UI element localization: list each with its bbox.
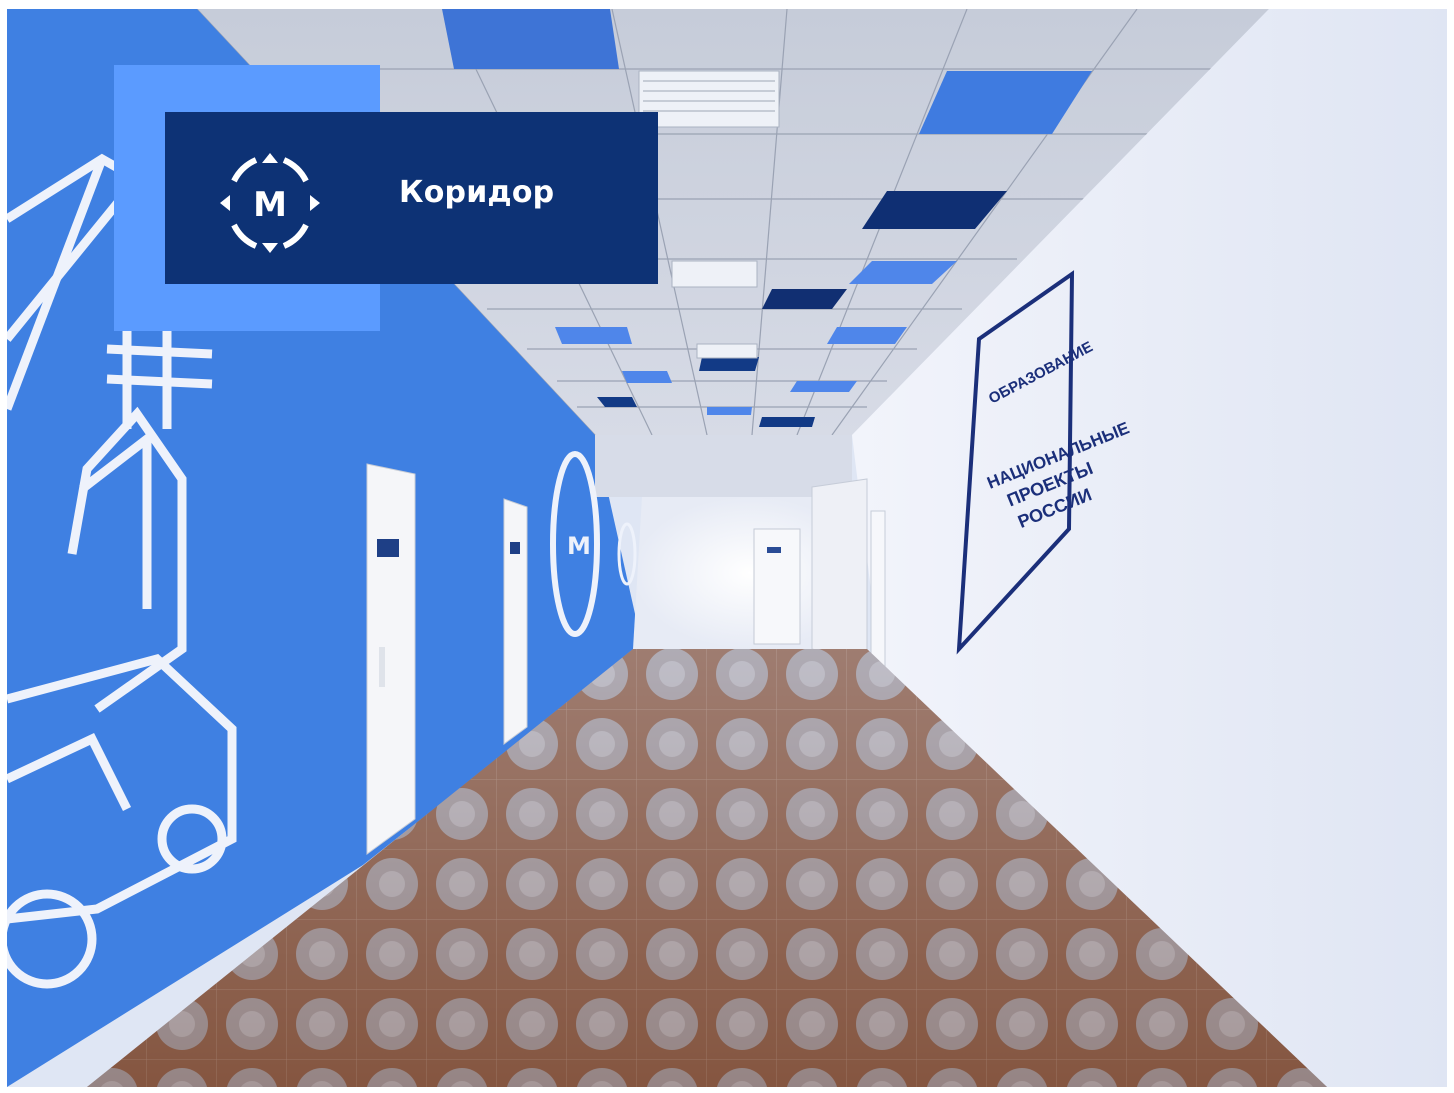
svg-text:M: M xyxy=(567,532,591,560)
door-2 xyxy=(503,498,528,745)
svg-text:М: М xyxy=(253,185,287,225)
door-1 xyxy=(366,463,416,855)
m-logo-icon: М xyxy=(220,153,320,253)
page-title: Коридор xyxy=(399,175,555,210)
corridor-photo: M ОБРАЗОВАНИЕ НАЦИОНАЛЬНЫЕ ПРОЕКТЫ РОССИ… xyxy=(7,9,1447,1087)
